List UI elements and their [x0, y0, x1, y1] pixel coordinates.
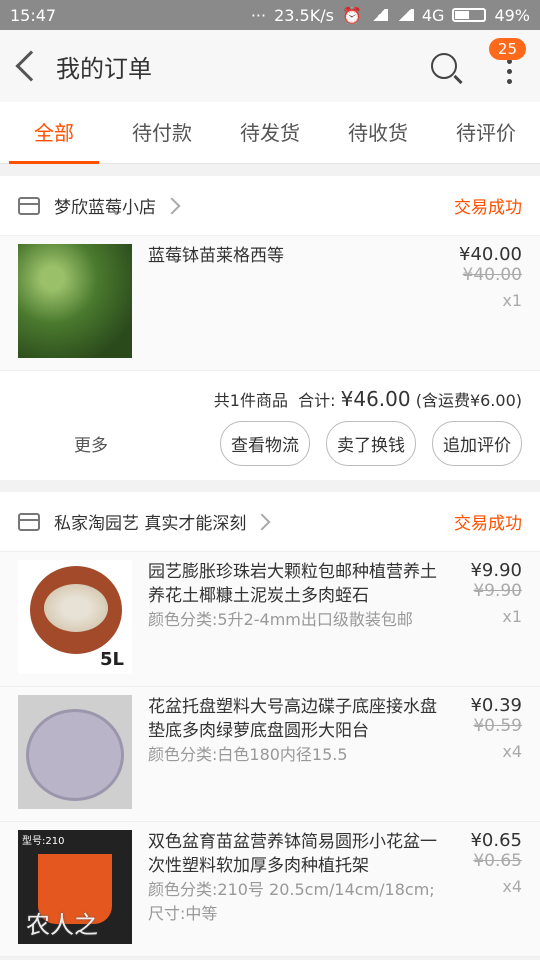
- tab-all[interactable]: 全部: [0, 102, 108, 164]
- status-indicators: ··· 23.5K/s ⏰ 4G 49%: [251, 6, 530, 25]
- product-info: 园艺膨胀珍珠岩大颗粒包邮种植营养土养花土椰糠土泥炭土多肉蛭石 颜色分类:5升2-…: [148, 560, 440, 674]
- item-price: ¥0.65: [470, 830, 522, 851]
- shop-header[interactable]: 梦欣蓝莓小店 交易成功: [0, 176, 540, 236]
- network-speed: 23.5K/s: [274, 5, 334, 25]
- total-label: 合计:: [298, 391, 336, 410]
- shop-icon: [18, 512, 40, 531]
- product-spec: 颜色分类:白色180内径15.5: [148, 745, 348, 764]
- more-menu-icon[interactable]: [507, 58, 512, 84]
- product-info: 花盆托盘塑料大号高边碟子底座接水盘垫底多肉绿萝底盘圆形大阳台 颜色分类:白色18…: [148, 695, 440, 809]
- item-count: 共1件商品: [213, 391, 288, 410]
- total-amount: ¥46.00: [340, 387, 411, 411]
- product-spec: 颜色分类:210号 20.5cm/14cm/18cm;尺寸:中等: [148, 880, 435, 923]
- price-column: ¥9.90 ¥9.90 x1: [440, 560, 522, 674]
- product-title: 蓝莓钵苗莱格西等: [148, 246, 284, 266]
- original-price: ¥9.90: [473, 581, 522, 601]
- item-quantity: x1: [502, 291, 522, 310]
- search-icon[interactable]: [431, 53, 457, 79]
- item-quantity: x4: [502, 877, 522, 896]
- order-card: 私家淘园艺 真实才能深刻 交易成功 5L 园艺膨胀珍珠岩大颗粒包邮种植营养土养花…: [0, 492, 540, 957]
- status-time: 15:47: [10, 5, 57, 25]
- shop-name: 梦欣蓝莓小店: [54, 198, 156, 218]
- product-image-label: 型号:210: [22, 836, 65, 847]
- order-card: 梦欣蓝莓小店 交易成功 蓝莓钵苗莱格西等 ¥40.00 ¥40.00 x1 共1…: [0, 176, 540, 480]
- order-item[interactable]: 5L 园艺膨胀珍珠岩大颗粒包邮种植营养土养花土椰糠土泥炭土多肉蛭石 颜色分类:5…: [0, 552, 540, 687]
- order-tabs: 全部 待付款 待发货 待收货 待评价: [0, 102, 540, 164]
- status-bar: 15:47 ··· 23.5K/s ⏰ 4G 49%: [0, 0, 540, 30]
- order-status: 交易成功: [454, 198, 522, 218]
- product-image-label: 5L: [100, 649, 124, 670]
- product-title: 园艺膨胀珍珠岩大颗粒包邮种植营养土养花土椰糠土泥炭土多肉蛭石: [148, 562, 437, 606]
- order-item[interactable]: 花盆托盘塑料大号高边碟子底座接水盘垫底多肉绿萝底盘圆形大阳台 颜色分类:白色18…: [0, 687, 540, 822]
- product-info: 双色盆育苗盆营养钵简易圆形小花盆一次性塑料软加厚多肉种植托架 颜色分类:210号…: [148, 830, 440, 944]
- page-header: 我的订单 25: [0, 30, 540, 102]
- product-image: [18, 695, 132, 809]
- price-column: ¥0.65 ¥0.65 x4: [440, 830, 522, 944]
- product-image: 5L: [18, 560, 132, 674]
- shop-icon: [18, 196, 40, 215]
- price-column: ¥40.00 ¥40.00 x1: [440, 244, 522, 358]
- tab-pending-review[interactable]: 待评价: [432, 102, 540, 164]
- order-status: 交易成功: [454, 514, 522, 534]
- original-price: ¥40.00: [462, 265, 522, 285]
- tab-pending-payment[interactable]: 待付款: [108, 102, 216, 164]
- product-title: 双色盆育苗盆营养钵简易圆形小花盆一次性塑料软加厚多肉种植托架: [148, 832, 437, 876]
- network-type: 4G: [421, 5, 445, 25]
- alarm-icon: ⏰: [341, 5, 362, 25]
- battery-icon: [452, 8, 487, 22]
- signal-icon: [369, 9, 388, 21]
- tab-pending-shipment[interactable]: 待发货: [216, 102, 324, 164]
- signal-icon-2: [395, 9, 414, 21]
- chevron-right-icon: [253, 513, 271, 530]
- item-quantity: x1: [502, 607, 522, 626]
- product-image: [18, 244, 132, 358]
- original-price: ¥0.65: [473, 851, 522, 871]
- message-badge: 25: [488, 38, 526, 60]
- battery-level: 49%: [494, 5, 530, 25]
- order-item[interactable]: 蓝莓钵苗莱格西等 ¥40.00 ¥40.00 x1: [0, 236, 540, 371]
- shop-header[interactable]: 私家淘园艺 真实才能深刻 交易成功: [0, 492, 540, 552]
- shop-name: 私家淘园艺 真实才能深刻: [54, 514, 247, 534]
- item-price: ¥40.00: [459, 244, 522, 265]
- product-title: 花盆托盘塑料大号高边碟子底座接水盘垫底多肉绿萝底盘圆形大阳台: [148, 697, 437, 741]
- resell-button[interactable]: 卖了换钱: [326, 421, 416, 466]
- back-icon[interactable]: [15, 50, 47, 82]
- item-quantity: x4: [502, 742, 522, 761]
- product-spec: 颜色分类:5升2-4mm出口级散装包邮: [148, 610, 413, 629]
- price-column: ¥0.39 ¥0.59 x4: [440, 695, 522, 809]
- view-logistics-button[interactable]: 查看物流: [220, 421, 310, 466]
- shipping-fee: (含运费¥6.00): [415, 391, 522, 410]
- more-dots-icon: ···: [250, 5, 267, 25]
- page-title: 我的订单: [56, 54, 152, 83]
- more-link[interactable]: 更多: [74, 431, 108, 456]
- item-price: ¥0.39: [470, 695, 522, 716]
- order-summary: 共1件商品 合计: ¥46.00 (含运费¥6.00): [0, 371, 540, 417]
- watermark: 农人之: [26, 911, 98, 939]
- add-review-button[interactable]: 追加评价: [432, 421, 522, 466]
- chevron-right-icon: [163, 197, 181, 214]
- original-price: ¥0.59: [473, 716, 522, 736]
- tab-pending-receipt[interactable]: 待收货: [324, 102, 432, 164]
- order-actions: 更多 查看物流 卖了换钱 追加评价: [0, 417, 540, 480]
- item-price: ¥9.90: [470, 560, 522, 581]
